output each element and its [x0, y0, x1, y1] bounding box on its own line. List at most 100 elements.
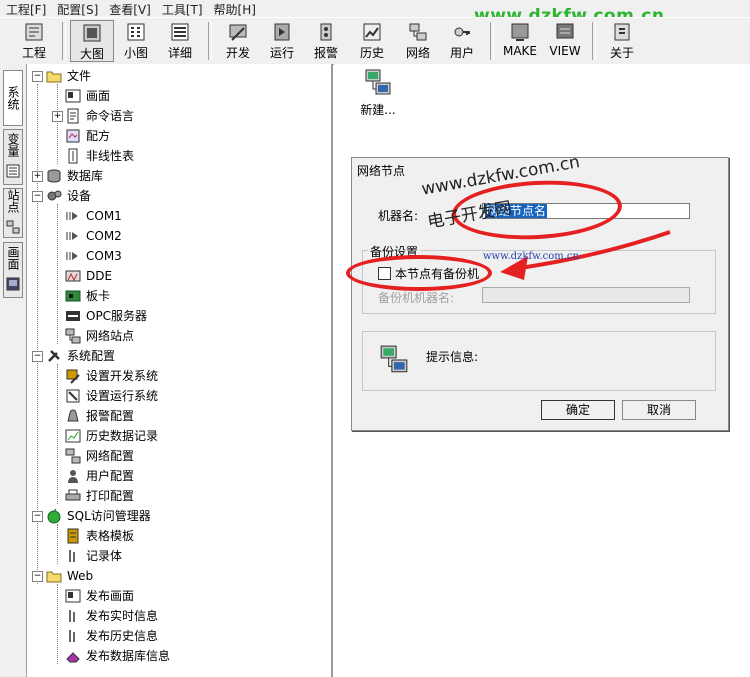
tree-label: COM1 [86, 209, 122, 223]
record-icon [69, 630, 75, 642]
run-button[interactable]: 运行 [260, 20, 304, 62]
new-item-label: 新建... [360, 103, 396, 117]
network-button[interactable]: 网络 [396, 20, 440, 62]
screen-icon [65, 589, 81, 603]
tree-label: 记录体 [86, 549, 123, 563]
large-icons-button[interactable]: 大图 [70, 20, 114, 62]
sql-icon [47, 508, 61, 524]
stations-icon [6, 220, 20, 234]
collapse-icon[interactable]: − [32, 351, 43, 362]
tree-label: 设置运行系统 [86, 389, 159, 403]
user-button[interactable]: 用户 [440, 20, 484, 62]
small-icons-button[interactable]: 小图 [114, 20, 158, 62]
annotation-ellipse [346, 255, 492, 291]
screen-icon [65, 89, 81, 103]
tree-label: 板卡 [86, 289, 111, 303]
make-icon [511, 23, 529, 41]
view-button[interactable]: VIEW [543, 20, 587, 62]
dde-icon [65, 270, 81, 282]
develop-button[interactable]: 开发 [216, 20, 260, 62]
menu-help[interactable]: 帮助[H] [208, 0, 261, 18]
details-button[interactable]: 详细 [158, 20, 202, 62]
toolbar: 工程 大图 小图 详细 开发 运行 报警 历史 网络 用户 MAKE VIEW … [0, 17, 750, 65]
collapse-icon[interactable]: − [32, 511, 43, 522]
user-icon [454, 27, 470, 37]
com-port-icon [66, 232, 78, 240]
about-button[interactable]: 关于 [600, 20, 644, 62]
database-icon [47, 169, 61, 183]
com-port-icon [66, 252, 78, 260]
alarm-button[interactable]: 报警 [304, 20, 348, 62]
tree-label: 配方 [86, 129, 111, 143]
tree-label: 打印配置 [86, 489, 135, 503]
tab-system-label: 系统 [6, 86, 20, 110]
develop-icon [229, 24, 247, 41]
tree-label: 表格模板 [86, 529, 135, 543]
tab-screens[interactable]: 画面 [3, 242, 23, 298]
menu-view[interactable]: 查看[V] [103, 0, 156, 18]
expand-icon[interactable]: + [32, 171, 43, 182]
printer-icon [65, 489, 81, 501]
dialog-title: 网络节点 [357, 164, 406, 178]
run-icon [274, 23, 290, 41]
new-item[interactable]: 新建... [354, 68, 402, 118]
toolbar-separator [592, 22, 596, 60]
project-label: 工程 [21, 46, 46, 60]
develop-label: 开发 [225, 46, 250, 60]
tree-label: 文件 [67, 69, 92, 83]
tab-variables-label: 变量 [6, 133, 20, 158]
cancel-button[interactable]: 取消 [622, 400, 696, 420]
board-icon [65, 290, 81, 302]
tree-label: Web [67, 569, 94, 583]
tree-connector [57, 584, 58, 664]
network-icon [409, 23, 427, 41]
history-label: 历史 [359, 46, 384, 60]
make-button[interactable]: MAKE [498, 20, 542, 62]
tree-label: 数据库 [67, 169, 104, 183]
alarm-config-icon [67, 409, 79, 422]
tree-connector [57, 204, 58, 344]
alarm-icon [320, 23, 332, 41]
network-node-icon [365, 69, 391, 95]
opc-icon [66, 311, 80, 321]
about-label: 关于 [609, 46, 634, 60]
collapse-icon[interactable]: − [32, 71, 43, 82]
project-tree: − 文件 画面 + 命令语言 配方 非线性表 + 数据库 − 设备 COM1 C… [27, 64, 333, 677]
history-record-icon [65, 429, 81, 443]
ok-button[interactable]: 确定 [541, 400, 615, 420]
tree-label: 画面 [86, 89, 111, 103]
tree-label: 设备 [67, 189, 92, 203]
backup-machine-input[interactable] [482, 287, 690, 303]
tree-label: COM2 [86, 229, 122, 243]
project-button[interactable]: 工程 [12, 20, 56, 62]
tree-label: 发布数据库信息 [86, 649, 171, 663]
tree-connector [57, 84, 58, 164]
collapse-icon[interactable]: − [32, 571, 43, 582]
tree-label: OPC服务器 [86, 309, 148, 323]
menu-project[interactable]: 工程[F] [0, 0, 51, 18]
network-config-icon [65, 448, 81, 464]
tab-stations[interactable]: 站点 [3, 188, 23, 238]
history-button[interactable]: 历史 [350, 20, 394, 62]
toolbar-separator [490, 22, 494, 60]
collapse-icon[interactable]: − [32, 191, 43, 202]
tree-label: COM3 [86, 249, 122, 263]
side-tab-strip: 系统 变量 站点 画面 [0, 64, 27, 677]
make-label: MAKE [502, 44, 537, 58]
tab-variables[interactable]: 变量 [3, 129, 23, 185]
run-label: 运行 [269, 46, 294, 60]
tree-label: 历史数据记录 [86, 429, 159, 443]
menu-tools[interactable]: 工具[T] [156, 0, 208, 18]
run-settings-icon [66, 389, 80, 403]
menu-config[interactable]: 配置[S] [51, 0, 103, 18]
variables-icon [6, 164, 20, 178]
tree-connector [57, 524, 58, 564]
project-icon [25, 23, 43, 41]
expand-icon[interactable]: + [52, 111, 63, 122]
record-icon [69, 550, 75, 562]
user-config-icon [68, 470, 78, 483]
tab-system[interactable]: 系统 [3, 70, 23, 126]
folder-icon [46, 71, 62, 83]
backup-machine-label: 备份机机器名: [378, 291, 455, 305]
tree-label: 网络配置 [86, 449, 135, 463]
